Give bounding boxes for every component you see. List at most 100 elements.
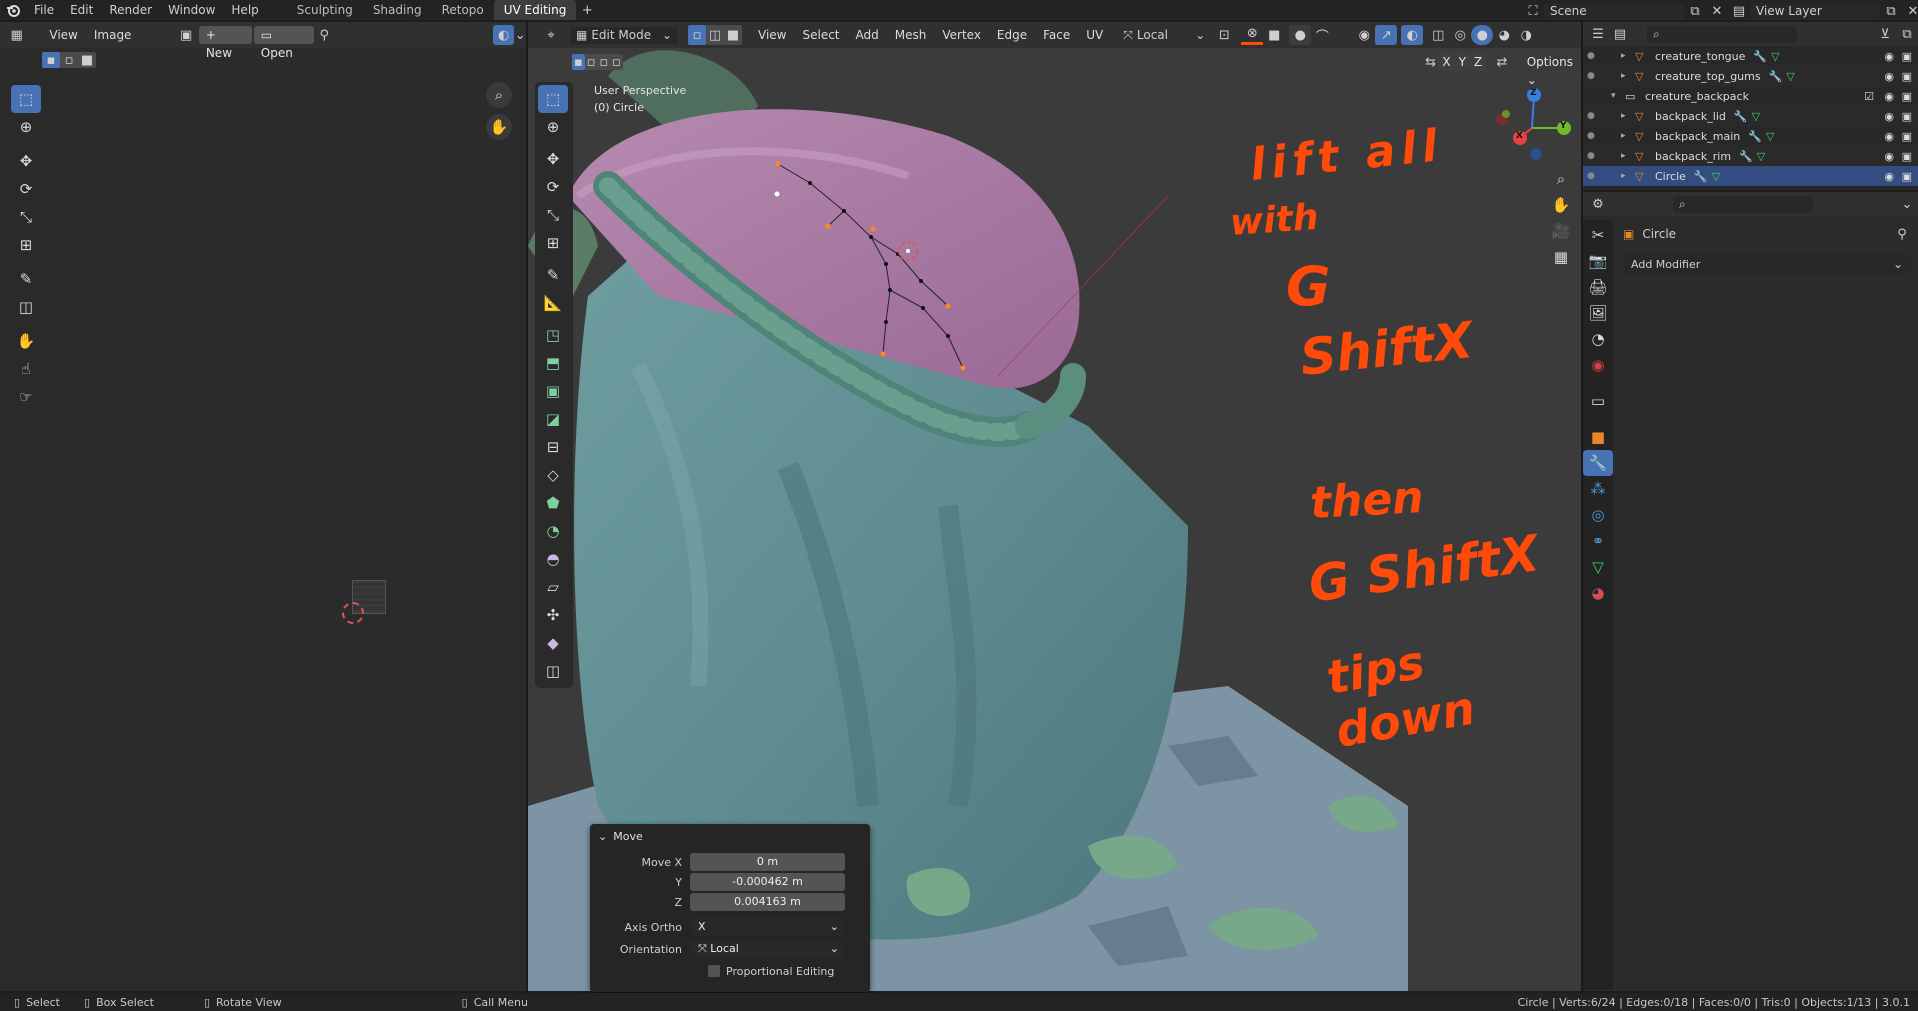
particles-tab-icon[interactable]: ⁂ bbox=[1583, 476, 1613, 502]
vp-shrink-tool-icon[interactable]: ✣ bbox=[538, 601, 568, 629]
eye-visibility-icon[interactable]: ◉ bbox=[1884, 50, 1894, 63]
eye-visibility-icon[interactable]: ◉ bbox=[1884, 170, 1894, 183]
mesh-vertex-mode-icon[interactable]: ▫ bbox=[688, 25, 706, 45]
vp-annotate-tool-icon[interactable]: ✎ bbox=[538, 261, 568, 289]
viewport-menu-edge[interactable]: Edge bbox=[989, 22, 1035, 48]
uv-menu-view[interactable]: View bbox=[41, 22, 85, 48]
move-z-field[interactable]: 0.004163 m bbox=[690, 893, 845, 911]
vp-spin-tool-icon[interactable]: ◔ bbox=[538, 517, 568, 545]
transform-orientation-dropdown[interactable]: ⤧ Local ⌄ bbox=[1123, 28, 1205, 43]
add-modifier-dropdown[interactable]: Add Modifier ⌄ bbox=[1623, 254, 1911, 274]
view-layer-icon[interactable]: ▤ bbox=[1728, 1, 1750, 21]
gizmo-toggle-icon[interactable]: ↗ bbox=[1375, 25, 1398, 45]
view-layer-tab-icon[interactable]: 🖼 bbox=[1583, 300, 1613, 326]
vp-inset-tool-icon[interactable]: ▣ bbox=[538, 377, 568, 405]
menu-edit[interactable]: Edit bbox=[62, 0, 101, 20]
zoom-icon[interactable]: ⌕ bbox=[486, 82, 512, 108]
eye-visibility-icon[interactable]: ◉ bbox=[1884, 70, 1894, 83]
rotate-tool-icon[interactable]: ⟳ bbox=[11, 175, 41, 203]
tab-uv-editing[interactable]: UV Editing bbox=[493, 0, 577, 20]
vp-select-box-tool-icon[interactable]: ⬚ bbox=[538, 85, 568, 113]
menu-help[interactable]: Help bbox=[223, 0, 266, 20]
new-collection-icon[interactable]: ⧉ bbox=[1896, 24, 1918, 44]
image-browse-icon[interactable]: ▣ bbox=[175, 25, 196, 45]
mesh-data-icon[interactable]: ▽ bbox=[1752, 110, 1760, 123]
eye-visibility-icon[interactable]: ◉ bbox=[1884, 130, 1894, 143]
vp-shear-tool-icon[interactable]: ◆ bbox=[538, 629, 568, 657]
outliner-row[interactable]: ▾ ▭ creature_backpack ☑ ◉ ▣ bbox=[1583, 86, 1918, 106]
mesh-data-icon[interactable]: ▽ bbox=[1786, 70, 1794, 83]
modifier-wrench-icon[interactable]: 🔧 bbox=[1739, 150, 1753, 163]
vp-transform-tool-icon[interactable]: ⊞ bbox=[538, 229, 568, 257]
outliner-search-input[interactable]: ⌕ bbox=[1647, 25, 1797, 43]
move-y-field[interactable]: -0.000462 m bbox=[690, 873, 845, 891]
scene-field[interactable]: Scene bbox=[1544, 2, 1684, 20]
render-visibility-icon[interactable]: ▣ bbox=[1902, 90, 1912, 103]
mesh-face-mode-icon[interactable]: ■ bbox=[724, 25, 742, 45]
view-layer-close-icon[interactable]: ✕ bbox=[1902, 1, 1918, 21]
render-visibility-icon[interactable]: ▣ bbox=[1902, 110, 1912, 123]
tool-tab-icon[interactable]: ✂ bbox=[1583, 222, 1613, 248]
vp-rip-tool-icon[interactable]: ◫ bbox=[538, 657, 568, 685]
scene-close-icon[interactable]: ✕ bbox=[1706, 1, 1728, 21]
editor-type-icon[interactable]: ▦ bbox=[6, 25, 27, 45]
add-workspace-icon[interactable]: + bbox=[576, 0, 598, 20]
outliner-row[interactable]: ● ▸ ▽ Circle 🔧 ▽ ◉ ▣ bbox=[1583, 166, 1918, 186]
uv-2d-cursor-icon[interactable] bbox=[342, 602, 364, 624]
select-new-icon[interactable]: ▪ bbox=[572, 54, 585, 70]
overlay-toggle-icon[interactable]: ◐ bbox=[493, 25, 515, 45]
data-tab-icon[interactable]: ▽ bbox=[1583, 554, 1613, 580]
view-layer-copy-icon[interactable]: ⧉ bbox=[1880, 1, 1902, 21]
eye-visibility-icon[interactable]: ◉ bbox=[1884, 90, 1894, 103]
world-tab-icon[interactable]: ◉ bbox=[1583, 352, 1613, 378]
overlays-toggle-icon[interactable]: ◐ bbox=[1401, 25, 1424, 45]
edge-select-icon[interactable]: ▫ bbox=[60, 52, 78, 68]
vp-extrude-tool-icon[interactable]: ⬒ bbox=[538, 349, 568, 377]
expand-right-icon[interactable]: ▸ bbox=[1621, 71, 1635, 81]
overlay-dropdown-icon[interactable]: ⌄ bbox=[514, 25, 526, 45]
mirror-z-toggle[interactable]: Z bbox=[1469, 53, 1487, 71]
expand-right-icon[interactable]: ▸ bbox=[1621, 151, 1635, 161]
properties-options-icon[interactable]: ⌄ bbox=[1896, 194, 1918, 214]
viewport-menu-uv[interactable]: UV bbox=[1078, 22, 1111, 48]
move-x-field[interactable]: 0 m bbox=[690, 853, 845, 871]
axis-ortho-dropdown[interactable]: X ⌄ bbox=[690, 918, 845, 936]
relax-tool-icon[interactable]: ☝ bbox=[11, 355, 41, 383]
expand-right-icon[interactable]: ▸ bbox=[1621, 131, 1635, 141]
snap-icon[interactable]: ⊗ bbox=[1241, 25, 1264, 45]
select-subtract-icon[interactable]: ▫ bbox=[597, 54, 611, 70]
render-tab-icon[interactable]: 📷 bbox=[1583, 248, 1613, 274]
outliner-editor-type-icon[interactable]: ☰ bbox=[1587, 24, 1609, 44]
shading-rendered-icon[interactable]: ◑ bbox=[1515, 25, 1537, 45]
collection-tab-icon[interactable]: ▭ bbox=[1583, 388, 1613, 414]
output-tab-icon[interactable]: 🖨 bbox=[1583, 274, 1613, 300]
mesh-data-icon[interactable]: ▽ bbox=[1771, 50, 1779, 63]
pinch-tool-icon[interactable]: ☞ bbox=[11, 383, 41, 411]
display-mode-icon[interactable]: ▤ bbox=[1609, 24, 1631, 44]
new-image-button[interactable]: + New bbox=[198, 26, 252, 60]
rip-tool-icon[interactable]: ◫ bbox=[11, 293, 41, 321]
vp-bevel-tool-icon[interactable]: ◪ bbox=[538, 405, 568, 433]
object-tab-icon[interactable]: ■ bbox=[1583, 424, 1613, 450]
render-visibility-icon[interactable]: ▣ bbox=[1902, 130, 1912, 143]
expand-right-icon[interactable]: ▸ bbox=[1621, 171, 1635, 181]
render-visibility-icon[interactable]: ▣ bbox=[1902, 150, 1912, 163]
vp-loopcut-tool-icon[interactable]: ⊟ bbox=[538, 433, 568, 461]
tab-sculpting[interactable]: Sculpting bbox=[287, 0, 363, 20]
redo-panel-header[interactable]: ⌄ Move bbox=[590, 824, 870, 848]
outliner-row[interactable]: ● ▸ ▽ backpack_main 🔧 ▽ ◉ ▣ bbox=[1583, 126, 1918, 146]
viewport-menu-mesh[interactable]: Mesh bbox=[887, 22, 935, 48]
select-invert-icon[interactable]: ▫ bbox=[610, 54, 623, 70]
vp-smooth-tool-icon[interactable]: ◓ bbox=[538, 545, 568, 573]
menu-render[interactable]: Render bbox=[101, 0, 160, 20]
mirror-y-toggle[interactable]: Y bbox=[1454, 53, 1470, 71]
outliner-row[interactable]: ● ▸ ▽ backpack_lid 🔧 ▽ ◉ ▣ bbox=[1583, 106, 1918, 126]
filter-icon[interactable]: ⊻ bbox=[1874, 24, 1896, 44]
expand-right-icon[interactable]: ▸ bbox=[1621, 111, 1635, 121]
vp-add-cube-tool-icon[interactable]: ◳ bbox=[538, 321, 568, 349]
viewport-menu-select[interactable]: Select bbox=[794, 22, 847, 48]
mesh-data-icon[interactable]: ▽ bbox=[1766, 130, 1774, 143]
render-visibility-icon[interactable]: ▣ bbox=[1902, 50, 1912, 63]
modifier-wrench-icon[interactable]: 🔧 bbox=[1769, 70, 1783, 83]
cursor-tool-icon[interactable]: ⊕ bbox=[11, 113, 41, 141]
